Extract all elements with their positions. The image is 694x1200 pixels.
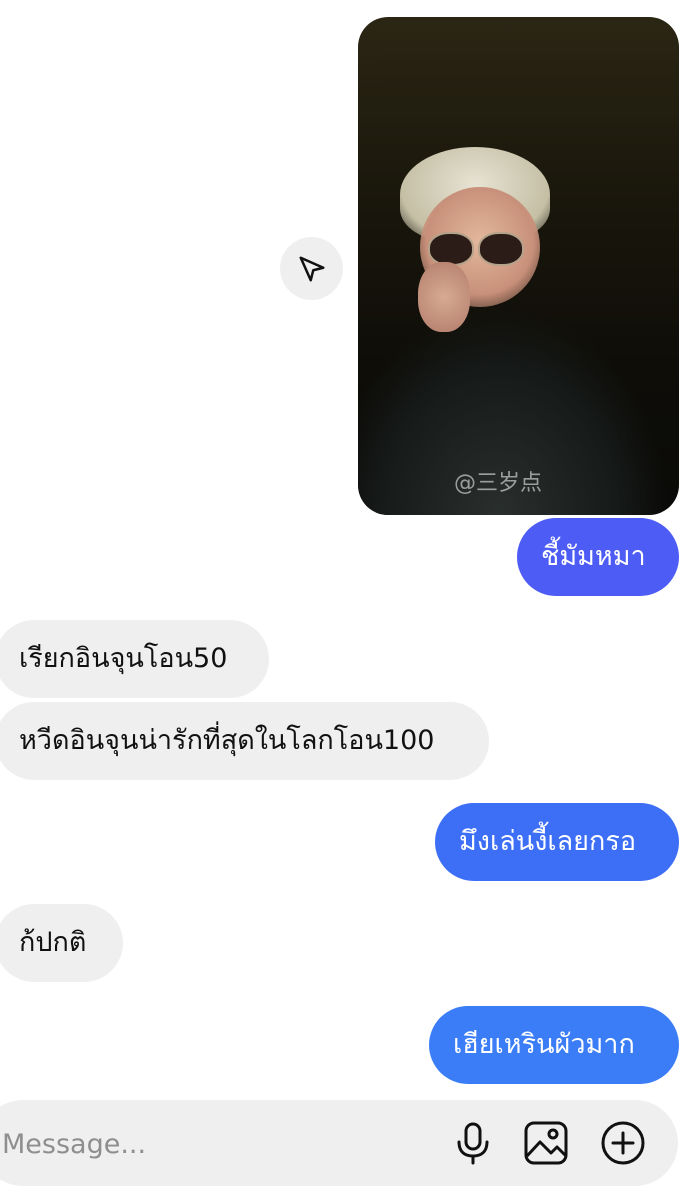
photo-watermark: @三岁点 (454, 471, 543, 496)
message-bubble-outgoing[interactable]: มึงเล่นงี้เลยกรอ (435, 803, 679, 881)
message-composer (0, 1100, 678, 1188)
message-bubble-outgoing[interactable]: เฮียเหรินผัวมาก (429, 1006, 679, 1084)
paper-plane-icon (299, 256, 324, 281)
message-bubble-incoming[interactable]: เรียกอินจุนโอน50 (0, 620, 269, 698)
shared-photo[interactable]: @三岁点 (358, 17, 679, 515)
photo-sunglasses-right (478, 232, 524, 266)
microphone-icon[interactable] (450, 1120, 496, 1166)
gallery-icon[interactable] (523, 1120, 569, 1166)
message-bubble-outgoing[interactable]: ชี้มัมหมา (517, 518, 679, 596)
message-bubble-incoming[interactable]: ก้ปกติ (0, 904, 123, 982)
message-input[interactable] (0, 1100, 424, 1188)
photo-subject-hand (418, 262, 470, 332)
share-button[interactable] (280, 237, 343, 300)
message-bubble-incoming[interactable]: หวีดอินจุนน่ารักที่สุดในโลกโอน100 (0, 702, 489, 780)
photo-sunglasses-left (428, 232, 474, 266)
plus-circle-icon[interactable] (600, 1120, 646, 1166)
